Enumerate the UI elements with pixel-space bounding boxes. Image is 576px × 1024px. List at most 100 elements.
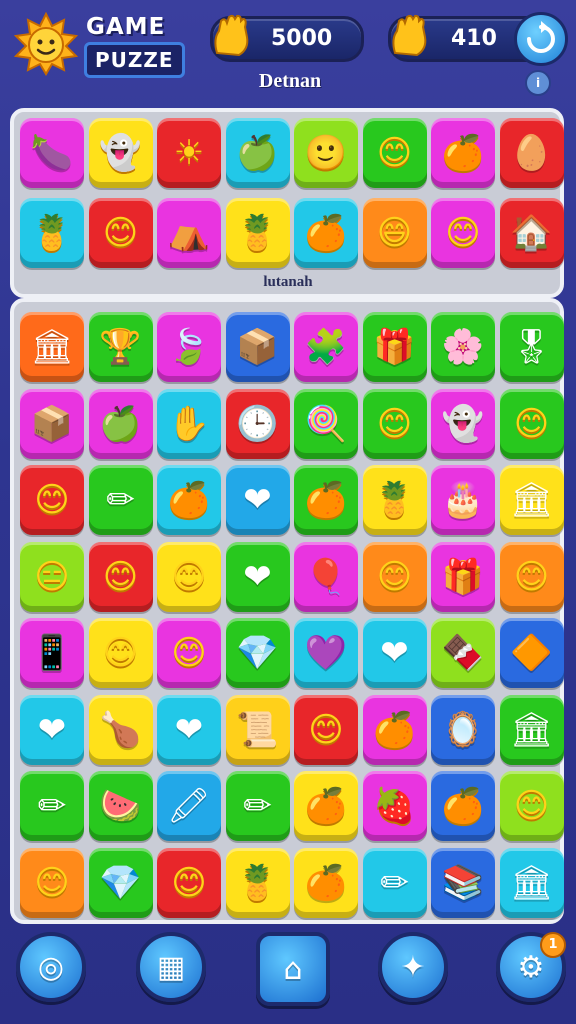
tile-clock[interactable]: 🕒 — [225, 388, 290, 459]
gift-icon: 🎁 — [441, 556, 485, 597]
tile-orange-face[interactable]: 🍊 — [157, 465, 221, 535]
hand-icon: ✋ — [167, 403, 211, 444]
tile-crowned-face[interactable]: 😊 — [499, 771, 564, 841]
tile-green-face[interactable]: 😊 — [88, 618, 153, 688]
tile-pink-face[interactable]: 😊 — [20, 465, 84, 535]
ring-icon: ◎ — [37, 949, 65, 985]
orange-face-icon: 🍊 — [304, 213, 348, 253]
tile-leaf[interactable]: 🍃 — [157, 312, 221, 382]
tile-ghost[interactable]: 👻 — [431, 388, 495, 459]
info-icon[interactable]: i — [525, 70, 551, 96]
tile-pencil[interactable]: ✏ — [225, 771, 290, 841]
tile-pineapple-face[interactable]: 🍍 — [20, 198, 84, 268]
tile-temple[interactable]: 🏛 — [499, 694, 564, 765]
map-button[interactable]: ▦ — [136, 932, 206, 1002]
tile-heart[interactable]: ❤ — [225, 465, 290, 535]
home-icon: ⌂ — [283, 951, 303, 987]
tile-books[interactable]: 📚 — [431, 847, 495, 918]
tile-temple[interactable]: 🏛 — [499, 847, 564, 918]
tile-orange-face[interactable]: 🍊 — [294, 771, 358, 841]
tile-gift[interactable]: 🎁 — [431, 541, 495, 612]
tile-pencil[interactable]: ✏ — [362, 847, 427, 918]
tile-crowned-face[interactable]: 😄 — [362, 198, 427, 268]
tile-scroll[interactable]: 📜 — [225, 694, 290, 765]
tile-orange-face[interactable]: 🍊 — [362, 694, 427, 765]
tile-heart[interactable]: ❤ — [157, 694, 221, 765]
tile-heart[interactable]: ❤ — [20, 694, 84, 765]
tile-pink-face[interactable]: 😊 — [20, 847, 84, 918]
tile-crowned-face[interactable]: 😊 — [157, 847, 221, 918]
tile-house[interactable]: ⛺ — [157, 198, 221, 268]
tile-smiley-face[interactable]: 😊 — [499, 388, 564, 459]
tile-gem[interactable]: 💎 — [225, 618, 290, 688]
tile-teal-face[interactable]: 😊 — [157, 541, 221, 612]
tile-smiley-face[interactable]: 😊 — [362, 118, 427, 188]
tile-ghost-face[interactable]: 👻 — [88, 118, 153, 188]
tile-blue-face[interactable]: 😊 — [157, 618, 221, 688]
shuffle-button[interactable]: ✦ — [378, 932, 448, 1002]
tile-smiley-face[interactable]: 😊 — [88, 198, 153, 268]
tile-crayon[interactable]: 🖍 — [157, 771, 221, 841]
tile-sleepy-face[interactable]: 😑 — [20, 541, 84, 612]
tile-strawberry-face[interactable]: 🍓 — [362, 771, 427, 841]
tile-white-face[interactable]: 😊 — [294, 694, 358, 765]
tile-heart[interactable]: ❤ — [362, 618, 427, 688]
tile-watermelon[interactable]: 🍉 — [88, 771, 153, 841]
tile-green-apple[interactable]: 🍏 — [225, 118, 290, 188]
tile-box[interactable]: 📦 — [225, 312, 290, 382]
tile-building[interactable]: 🏠 — [499, 198, 564, 268]
pencil-icon: ✏ — [380, 862, 409, 903]
tile-orange-face[interactable]: 🍊 — [431, 771, 495, 841]
tile-pineapple-face[interactable]: 🍍 — [362, 465, 427, 535]
tile-pink-face[interactable]: 😊 — [362, 541, 427, 612]
home-button[interactable]: ⌂ — [256, 932, 330, 1006]
tile-crowned-face[interactable]: 😊 — [88, 541, 153, 612]
tile-hand[interactable]: ✋ — [157, 388, 221, 459]
tile-eggplant[interactable]: 🍆 — [20, 118, 84, 188]
tile-lollipop[interactable]: 🍭 — [294, 388, 358, 459]
tile-box[interactable]: 📦 — [20, 388, 84, 459]
tile-badge[interactable]: 🔶 — [499, 618, 564, 688]
tile-pineapple-face[interactable]: 🍍 — [225, 847, 290, 918]
tile-medal[interactable]: 🎖 — [499, 312, 564, 382]
coins-counter[interactable]: 5000 — [210, 14, 364, 62]
orange-face-icon: 🍊 — [304, 480, 348, 520]
settings-button[interactable]: ⚙ 1 — [496, 932, 566, 1002]
tile-mirror[interactable]: 🪞 — [431, 694, 495, 765]
top-tile-panel: 🍆 👻 ☀ 🍏 🙂 😊 🍊 🥚 🍍 😊 ⛺ 🍍 🍊 😄 😊 🏠 — [10, 108, 564, 298]
tile-orange-face[interactable]: 🍊 — [294, 465, 358, 535]
tile-gift[interactable]: 🎁 — [362, 312, 427, 382]
tile-smiley-face[interactable]: 😊 — [431, 198, 495, 268]
tile-smiley-face[interactable]: 🙂 — [294, 118, 358, 188]
hands-value: 410 — [451, 26, 497, 51]
coins-value: 5000 — [271, 26, 333, 51]
pencil-icon: ✏ — [37, 786, 67, 826]
tile-orange-face[interactable]: 🍊 — [431, 118, 495, 188]
tile-balloon[interactable]: 🎈 — [294, 541, 358, 612]
tile-red-face[interactable]: 😊 — [499, 541, 564, 612]
tile-temple[interactable]: 🏛 — [499, 465, 564, 535]
tile-sparkle-heart[interactable]: 💜 — [294, 618, 358, 688]
tile-gem[interactable]: 💎 — [88, 847, 153, 918]
tile-pineapple-face[interactable]: 🍍 — [225, 198, 290, 268]
tile-egg[interactable]: 🥚 — [499, 118, 564, 188]
tile-chocolate[interactable]: 🍫 — [431, 618, 495, 688]
tile-green-apple[interactable]: 🍏 — [88, 388, 153, 459]
tile-phone[interactable]: 📱 — [20, 618, 84, 688]
tile-pencil[interactable]: ✏ — [20, 771, 84, 841]
tile-orange-face[interactable]: 🍊 — [294, 198, 358, 268]
tile-heart[interactable]: ❤ — [225, 541, 290, 612]
tile-puzzle-piece[interactable]: 🧩 — [294, 312, 358, 382]
tile-orange[interactable]: 🍊 — [294, 847, 358, 918]
tile-trophy[interactable]: 🏆 — [88, 312, 153, 382]
tile-smiley-face[interactable]: 😊 — [362, 388, 427, 459]
refresh-button[interactable] — [514, 12, 568, 66]
tile-drumstick[interactable]: 🍗 — [88, 694, 153, 765]
tile-flower[interactable]: 🌸 — [431, 312, 495, 382]
tile-pencil[interactable]: ✏ — [88, 465, 153, 535]
tile-temple[interactable]: 🏛 — [20, 312, 84, 382]
tile-sun-face[interactable]: ☀ — [157, 118, 221, 188]
sleepy-face-icon: 😑 — [34, 556, 70, 597]
ring-button[interactable]: ◎ — [16, 932, 86, 1002]
tile-cake[interactable]: 🎂 — [431, 465, 495, 535]
